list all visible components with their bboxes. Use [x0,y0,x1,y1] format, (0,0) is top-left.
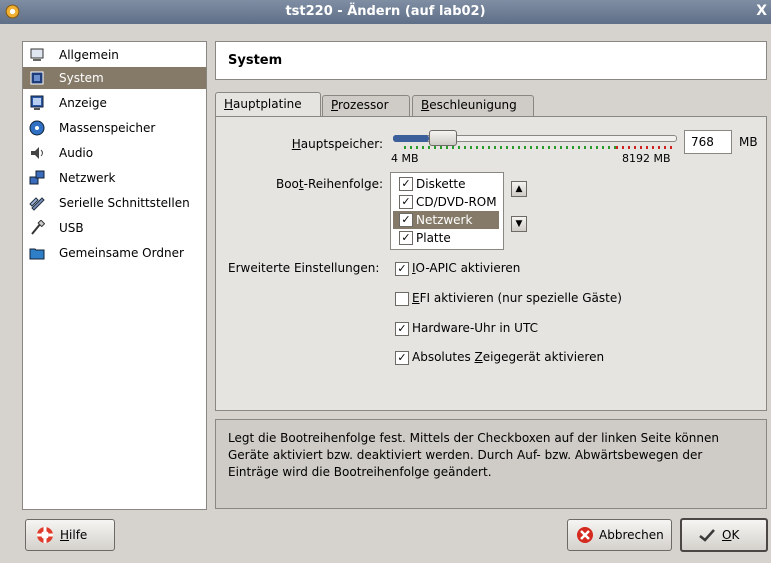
arrow-up-icon: ▲ [515,184,523,194]
help-button[interactable]: Hilfe [25,519,115,551]
boot-order-list: ✓ Diskette ✓ CD/DVD-ROM ✓ Netzwerk ✓ Platte [390,172,504,250]
folder-icon [29,248,45,260]
memory-label: Hauptspeicher: [291,137,383,151]
slider-ticks-recommended [404,146,616,149]
page-title: System [228,53,283,68]
sidebar-item-usb[interactable]: USB [23,217,206,239]
memory-input[interactable]: 768 [684,130,732,154]
sidebar-item-label: USB [59,221,84,235]
extended-settings-label: Erweiterte Einstellungen: [228,261,380,275]
sidebar: Allgemein System Anzeige Massenspeicher … [22,41,207,510]
sidebar-item-audio[interactable]: Audio [23,142,206,164]
network-icon [29,170,45,185]
boot-checkbox[interactable]: ✓ [399,177,413,191]
sidebar-item-label: Anzeige [59,96,107,110]
speaker-icon [31,147,43,159]
arrow-down-icon: ▼ [515,219,523,229]
sidebar-item-label: Allgemein [59,48,119,62]
title-bar: tst220 - Ändern (auf lab02) X [0,0,771,24]
display-icon [30,95,44,110]
memory-unit: MB [739,135,758,149]
monitor-icon [30,48,44,61]
disk-icon [29,120,45,136]
sidebar-item-gemeinsame-ordner[interactable]: Gemeinsame Ordner [23,242,206,264]
chip-icon [30,71,44,85]
boot-order-label: Boot-Reihenfolge: [275,177,383,191]
efi-checkbox[interactable] [395,292,409,306]
ioapic-checkbox[interactable]: ✓ [395,262,409,276]
sidebar-item-label: System [59,71,104,85]
boot-checkbox[interactable]: ✓ [399,213,413,227]
sidebar-item-netzwerk[interactable]: Netzwerk [23,167,206,189]
slider-ticks-warning [616,146,676,149]
boot-item-netzwerk[interactable]: ✓ Netzwerk [393,211,499,229]
boot-checkbox[interactable]: ✓ [399,231,413,245]
info-box: Legt die Bootreihenfolge fest. Mittels d… [215,419,767,509]
boot-item-cd-dvd-rom[interactable]: ✓ CD/DVD-ROM [393,193,499,211]
boot-item-diskette[interactable]: ✓ Diskette [393,175,499,193]
memory-value: 768 [691,135,714,149]
sidebar-item-anzeige[interactable]: Anzeige [23,92,206,114]
memory-slider-handle[interactable] [429,130,457,146]
memory-min-label: 4 MB [391,152,419,165]
sidebar-item-massenspeicher[interactable]: Massenspeicher [23,117,206,139]
utc-clock-checkbox[interactable]: ✓ [395,322,409,336]
section-header: System [215,41,767,80]
lifebuoy-icon [37,527,53,543]
usb-icon [31,220,45,235]
sidebar-item-label: Audio [59,146,94,160]
sidebar-item-label: Massenspeicher [59,121,156,135]
cancel-icon [577,527,593,543]
ok-hand-icon [699,529,715,542]
sidebar-item-allgemein[interactable]: Allgemein [23,44,206,66]
serial-icon [29,197,45,211]
close-button[interactable]: X [756,3,767,19]
sidebar-item-serielle-schnittstellen[interactable]: Serielle Schnittstellen [23,192,206,214]
sidebar-item-label: Serielle Schnittstellen [59,196,190,210]
memory-slider-fill [393,135,429,142]
tab-prozessor[interactable]: Prozessor [322,95,410,116]
move-up-button[interactable]: ▲ [511,181,527,197]
cancel-button[interactable]: Abbrechen [567,519,672,551]
move-down-button[interactable]: ▼ [511,216,527,232]
ok-button[interactable]: OK [680,518,768,552]
sidebar-item-label: Netzwerk [59,171,116,185]
info-text: Legt die Bootreihenfolge fest. Mittels d… [228,431,719,479]
window-title: tst220 - Ändern (auf lab02) [285,4,486,19]
absolute-pointer-checkbox[interactable]: ✓ [395,351,409,365]
tab-beschleunigung[interactable]: Beschleunigung [412,95,534,116]
boot-checkbox[interactable]: ✓ [399,195,413,209]
sidebar-item-label: Gemeinsame Ordner [59,246,184,260]
boot-item-platte[interactable]: ✓ Platte [393,229,499,247]
sidebar-item-system[interactable]: System [23,67,206,89]
memory-max-label: 8192 MB [622,152,671,165]
tab-hauptplatine[interactable]: Hauptplatine [215,92,321,117]
